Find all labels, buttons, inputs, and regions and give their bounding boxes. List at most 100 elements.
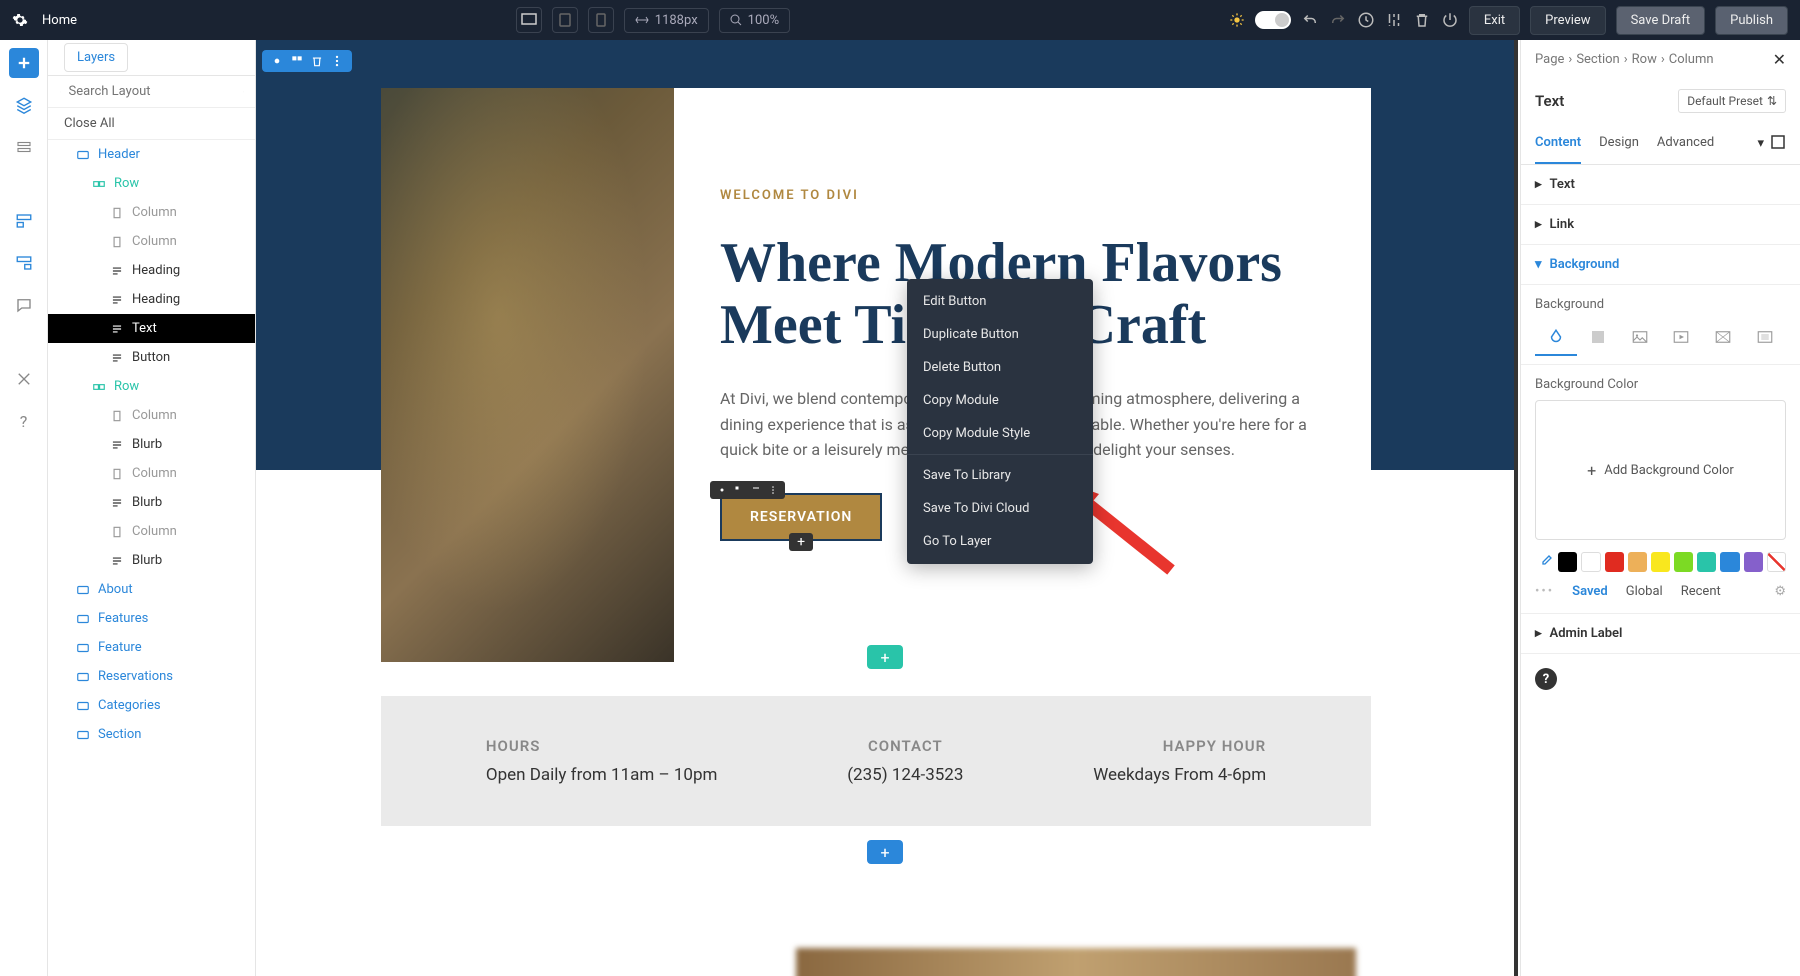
add-section-button[interactable]: + xyxy=(867,840,903,864)
tree-item-column[interactable]: Column xyxy=(48,198,255,227)
section-text[interactable]: ▸ Text xyxy=(1521,165,1800,205)
history-icon[interactable] xyxy=(1357,11,1375,29)
swatch-settings-icon[interactable]: ⚙ xyxy=(1774,584,1786,599)
tree-item-heading[interactable]: Heading xyxy=(48,256,255,285)
color-swatch-none[interactable] xyxy=(1767,552,1786,572)
swatch-tab-recent[interactable]: Recent xyxy=(1681,584,1721,599)
tree-item-reservations[interactable]: Reservations xyxy=(48,662,255,691)
preview-button[interactable]: Preview xyxy=(1530,6,1605,35)
ctx-copy-module[interactable]: Copy Module xyxy=(907,384,1093,417)
expand-icon[interactable] xyxy=(1770,134,1786,154)
tree-item-feature[interactable]: Feature xyxy=(48,633,255,662)
ctx-save-to-library[interactable]: Save To Library xyxy=(907,459,1093,492)
search-layout-input[interactable] xyxy=(69,84,235,99)
tree-item-header[interactable]: Header xyxy=(48,140,255,169)
swatch-tab-saved[interactable]: Saved xyxy=(1572,584,1608,599)
tree-item-features[interactable]: Features xyxy=(48,604,255,633)
tools-button[interactable] xyxy=(9,364,39,394)
device-desktop-button[interactable] xyxy=(516,7,542,33)
exit-button[interactable]: Exit xyxy=(1469,6,1520,35)
close-panel-button[interactable]: ✕ xyxy=(1773,50,1786,69)
section-background[interactable]: ▾ Background xyxy=(1521,245,1800,285)
bg-type-video[interactable] xyxy=(1660,320,1702,356)
color-swatch[interactable] xyxy=(1558,552,1577,572)
settings-icon[interactable] xyxy=(12,12,28,28)
tree-item-row[interactable]: Row xyxy=(48,372,255,401)
device-tablet-button[interactable] xyxy=(552,7,578,33)
section-link[interactable]: ▸ Link xyxy=(1521,205,1800,245)
help-button[interactable]: ? xyxy=(9,406,39,436)
undo-icon[interactable] xyxy=(1301,11,1319,29)
tab-advanced[interactable]: Advanced xyxy=(1657,123,1714,164)
theme-toggle[interactable] xyxy=(1255,11,1291,29)
power-icon[interactable] xyxy=(1441,11,1459,29)
wireframe-button[interactable] xyxy=(9,206,39,236)
filter-icon[interactable] xyxy=(243,85,244,99)
tree-item-column[interactable]: Column xyxy=(48,227,255,256)
layers-button[interactable] xyxy=(9,90,39,120)
home-label[interactable]: Home xyxy=(42,13,77,28)
tree-item-blurb[interactable]: Blurb xyxy=(48,430,255,459)
spacing-button[interactable] xyxy=(9,132,39,162)
tab-content[interactable]: Content xyxy=(1535,123,1581,164)
tree-item-blurb[interactable]: Blurb xyxy=(48,488,255,517)
chat-button[interactable] xyxy=(9,290,39,320)
bg-type-image[interactable] xyxy=(1619,320,1661,356)
tree-item-about[interactable]: About xyxy=(48,575,255,604)
more-swatches-icon[interactable]: ••• xyxy=(1535,584,1554,599)
tree-item-heading[interactable]: Heading xyxy=(48,285,255,314)
color-swatch[interactable] xyxy=(1720,552,1739,572)
tree-item-column[interactable]: Column xyxy=(48,517,255,546)
bg-type-color[interactable] xyxy=(1535,320,1577,356)
help-badge[interactable]: ? xyxy=(1535,668,1557,690)
ctx-save-to-divi-cloud[interactable]: Save To Divi Cloud xyxy=(907,492,1093,525)
breadcrumb-page[interactable]: Page xyxy=(1535,52,1564,67)
add-row-button[interactable]: + xyxy=(867,645,903,669)
bg-type-pattern[interactable] xyxy=(1702,320,1744,356)
tree-item-column[interactable]: Column xyxy=(48,401,255,430)
color-swatch[interactable] xyxy=(1744,552,1763,572)
tree-item-column[interactable]: Column xyxy=(48,459,255,488)
publish-button[interactable]: Publish xyxy=(1715,6,1788,35)
add-element-button[interactable] xyxy=(9,48,39,78)
wireframe2-button[interactable] xyxy=(9,248,39,278)
tree-item-section[interactable]: Section xyxy=(48,720,255,749)
color-picker-icon[interactable] xyxy=(1535,552,1554,572)
module-toolbar[interactable] xyxy=(710,481,785,499)
canvas-width-input[interactable]: 1188px xyxy=(624,8,709,33)
tree-item-button[interactable]: Button xyxy=(48,343,255,372)
color-swatch[interactable] xyxy=(1581,552,1600,572)
breadcrumb-section[interactable]: Section xyxy=(1576,52,1619,67)
device-phone-button[interactable] xyxy=(588,7,614,33)
layers-tab[interactable]: Layers xyxy=(64,43,128,72)
ctx-go-to-layer[interactable]: Go To Layer xyxy=(907,525,1093,558)
swatch-tab-global[interactable]: Global xyxy=(1626,584,1663,599)
tree-item-row[interactable]: Row xyxy=(48,169,255,198)
zoom-input[interactable]: 100% xyxy=(719,8,790,33)
ctx-delete-button[interactable]: Delete Button xyxy=(907,351,1093,384)
save-draft-button[interactable]: Save Draft xyxy=(1616,6,1706,35)
color-swatch[interactable] xyxy=(1651,552,1670,572)
color-swatch[interactable] xyxy=(1674,552,1693,572)
section-toolbar[interactable] xyxy=(262,50,352,72)
sliders-icon[interactable] xyxy=(1385,11,1403,29)
bg-type-gradient[interactable] xyxy=(1577,320,1619,356)
color-swatch[interactable] xyxy=(1628,552,1647,572)
tree-item-categories[interactable]: Categories xyxy=(48,691,255,720)
trash-icon[interactable] xyxy=(1413,11,1431,29)
breadcrumb-column[interactable]: Column xyxy=(1669,52,1714,67)
preset-selector[interactable]: Default Preset ⇅ xyxy=(1678,89,1786,113)
tab-design[interactable]: Design xyxy=(1599,123,1639,164)
bg-type-mask[interactable] xyxy=(1744,320,1786,356)
section-admin-label[interactable]: ▸ Admin Label xyxy=(1521,614,1800,654)
ctx-duplicate-button[interactable]: Duplicate Button xyxy=(907,318,1093,351)
breadcrumb-row[interactable]: Row xyxy=(1632,52,1657,67)
redo-icon[interactable] xyxy=(1329,11,1347,29)
chevron-down-icon[interactable]: ▾ xyxy=(1757,136,1764,151)
ctx-copy-module-style[interactable]: Copy Module Style xyxy=(907,417,1093,450)
close-all-button[interactable]: Close All xyxy=(48,108,255,140)
ctx-edit-button[interactable]: Edit Button xyxy=(907,285,1093,318)
add-bg-color-button[interactable]: +Add Background Color xyxy=(1535,400,1786,540)
color-swatch[interactable] xyxy=(1605,552,1624,572)
add-module-button[interactable]: + xyxy=(789,533,813,551)
